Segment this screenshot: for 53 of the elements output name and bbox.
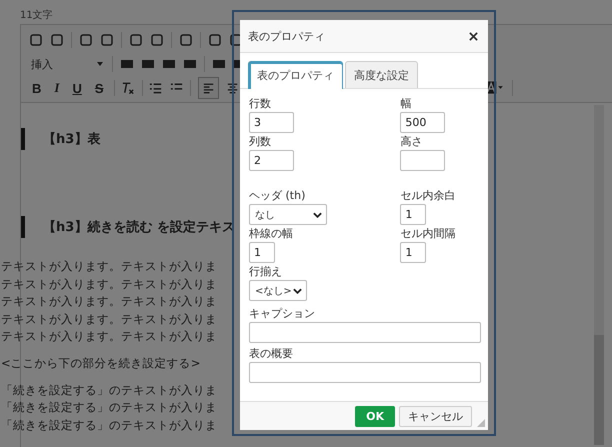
input-field[interactable]: 500 — [400, 112, 446, 133]
numbered-list-icon[interactable] — [149, 81, 163, 95]
select-field[interactable]: なし — [249, 204, 327, 225]
paragraph-line: テキストが入ります。テキストが入りま — [1, 293, 217, 310]
field-label: 表の概要 — [249, 347, 293, 360]
paragraph-line: 「続きを設定する」のテキストが入りま — [1, 416, 217, 434]
input-field[interactable] — [249, 362, 481, 383]
heading: 【h3】表 — [21, 128, 100, 150]
paragraph-line: 「続きを設定する」のテキストが入りま — [1, 382, 217, 398]
input-field[interactable] — [400, 150, 446, 171]
close-icon[interactable] — [469, 32, 478, 40]
input-field[interactable]: 2 — [249, 150, 294, 171]
input-field[interactable]: 1 — [249, 242, 275, 263]
note-text: <ここから下の部分を続き設定する> — [1, 354, 200, 372]
paragraph-line: テキストが入ります。テキストが入りま — [1, 276, 217, 292]
field-label: 行数 — [249, 97, 271, 110]
field-label: 列数 — [249, 135, 271, 148]
field-label: 高さ — [400, 135, 422, 148]
dialog-title: 表のプロパティ — [248, 28, 325, 44]
field-label: 幅 — [400, 97, 412, 110]
input-field[interactable]: 3 — [249, 112, 294, 133]
select-field[interactable]: <なし> — [249, 280, 307, 301]
field-label: 行揃え — [249, 265, 282, 278]
input-field[interactable] — [249, 322, 481, 343]
input-field[interactable]: 1 — [400, 242, 426, 263]
chevron-icon — [293, 288, 302, 294]
align-left-icon[interactable] — [198, 77, 219, 99]
cancel-button[interactable]: キャンセル — [399, 406, 472, 426]
format-button[interactable]: I — [51, 80, 62, 96]
field-label: ヘッダ (th) — [249, 189, 306, 202]
paragraph-line: テキストが入ります。テキストが入りま — [1, 328, 217, 345]
field-label: セル内余白 — [400, 189, 456, 202]
dialog-tab[interactable]: 高度な設定 — [345, 61, 418, 88]
resize-grip-icon[interactable] — [477, 419, 485, 427]
field-label: キャプション — [249, 307, 315, 320]
chevron-icon — [313, 212, 322, 218]
caret-icon — [97, 62, 103, 66]
format-button[interactable]: U — [69, 80, 85, 96]
ok-button[interactable]: OK — [355, 406, 395, 426]
field-label: 枠線の幅 — [249, 227, 293, 240]
dialog-tab[interactable]: 表のプロパティ — [248, 61, 343, 89]
format-button[interactable]: B — [29, 80, 44, 96]
paragraph-line: テキストが入ります。テキストが入りま — [1, 310, 217, 328]
input-field[interactable]: 1 — [400, 204, 426, 225]
field-label: セル内間隔 — [400, 227, 456, 240]
insert-dropdown[interactable]: 挿入 — [29, 56, 105, 72]
paragraph-line: テキストが入ります。テキストが入りま — [1, 258, 217, 275]
paragraph-line: 「続きを設定する」のテキストが入りま — [1, 399, 217, 416]
align-center-icon[interactable] — [226, 81, 239, 95]
format-button[interactable]: S — [92, 80, 107, 96]
character-count: 11文字 — [19, 8, 54, 22]
scrollbar[interactable] — [594, 105, 604, 443]
clear-format-icon[interactable] — [121, 81, 135, 95]
